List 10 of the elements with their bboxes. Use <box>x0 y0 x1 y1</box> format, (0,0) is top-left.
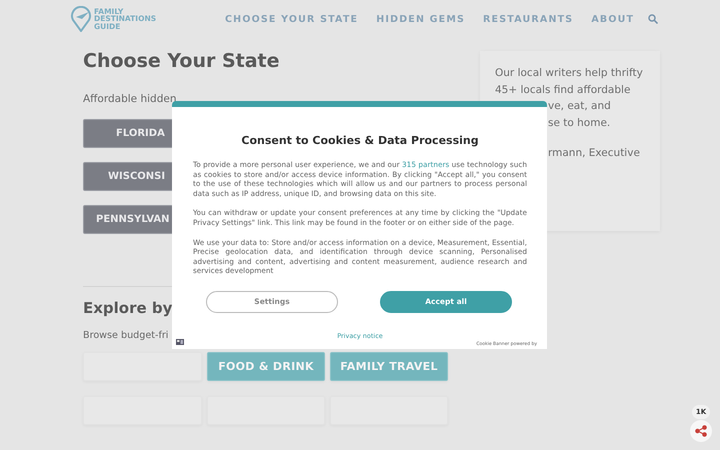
section-text: Browse budget-fri <box>83 330 168 341</box>
about-text: ve, eat, and <box>548 99 611 114</box>
author-text: rmann, Executive <box>548 146 640 161</box>
about-text: se to home. <box>548 116 610 130</box>
page-title: Choose Your State <box>83 50 281 74</box>
about-text: Our local writers help thrifty <box>495 66 643 81</box>
subtitle: Affordable hidden <box>83 93 178 105</box>
dialog-title: Consent to Cookies & Data Processing <box>240 134 480 147</box>
about-text: 45+ locals find affordable <box>495 82 630 98</box>
section-title: Explore by <box>83 299 172 317</box>
